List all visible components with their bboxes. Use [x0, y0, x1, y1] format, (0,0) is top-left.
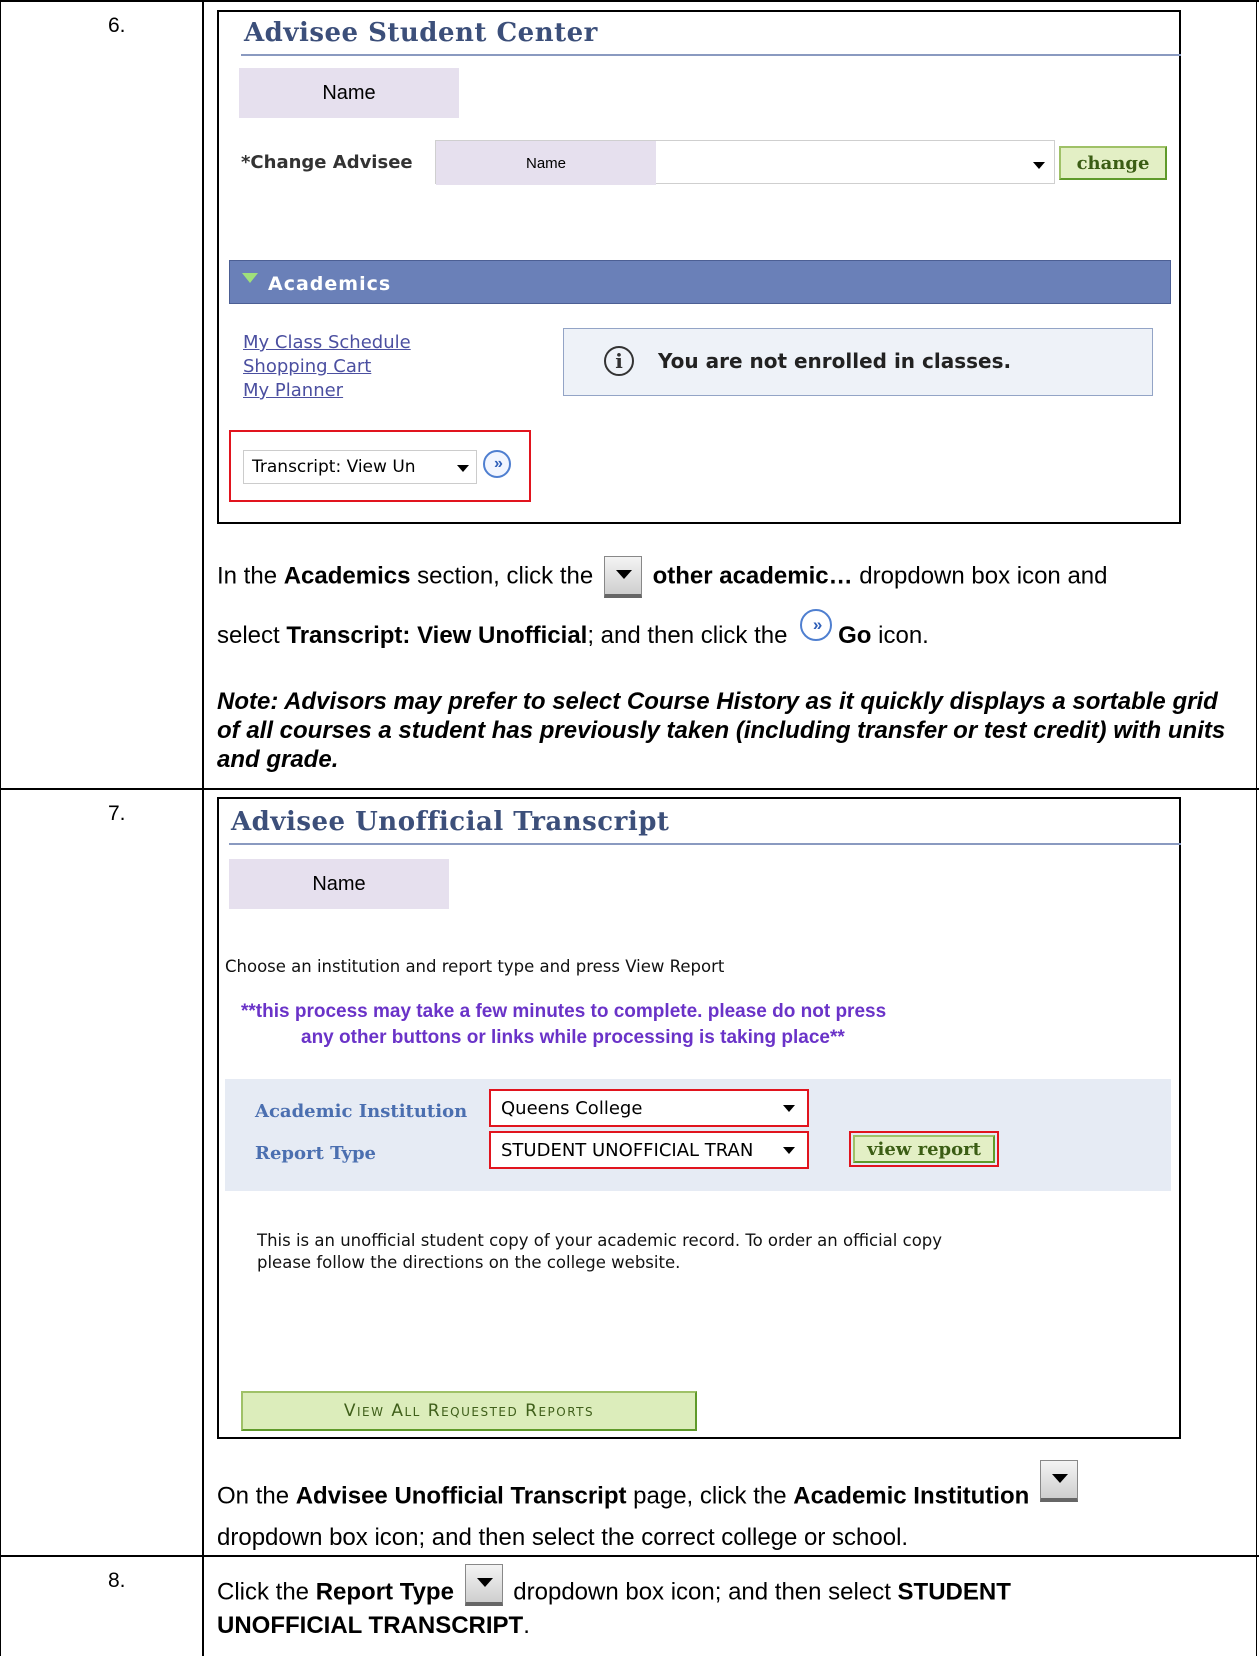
shopping-cart-link[interactable]: Shopping Cart: [243, 356, 371, 377]
student-name-placeholder: Name: [229, 859, 449, 909]
advisee-select[interactable]: Name: [435, 140, 1055, 185]
disclaimer-line1: This is an unofficial student copy of yo…: [257, 1231, 943, 1250]
advisee-student-center-screenshot: Advisee Student Center Name *Change Advi…: [217, 10, 1181, 524]
advisor-note: Note: Advisors may prefer to select Cour…: [217, 688, 1226, 773]
report-parameters-panel: Academic Institution Queens College Repo…: [225, 1079, 1171, 1191]
chevron-down-icon: [1033, 162, 1045, 169]
info-icon: i: [604, 346, 634, 376]
view-report-button[interactable]: view report: [853, 1135, 995, 1163]
processing-warning-line2: any other buttons or links while process…: [301, 1027, 845, 1048]
academic-institution-value: Queens College: [501, 1097, 643, 1119]
my-class-schedule-link[interactable]: My Class Schedule: [243, 332, 411, 353]
table-row-divider: [0, 1555, 1259, 1557]
step6-instruction-line1: In the Academics section, click the othe…: [217, 556, 1108, 598]
step8-instruction-line2: UNOFFICIAL TRANSCRIPT.: [217, 1612, 530, 1639]
advisee-select-value: Name: [436, 141, 656, 185]
step7-instruction-line1: On the Advisee Unofficial Transcript pag…: [217, 1460, 1082, 1518]
step8-instruction-line1: Click the Report Type dropdown box icon;…: [217, 1564, 1011, 1614]
chevron-down-icon: [457, 465, 469, 472]
report-type-select[interactable]: STUDENT UNOFFICIAL TRAN: [489, 1131, 809, 1169]
dropdown-box-icon: [1039, 1460, 1078, 1502]
info-message-text: You are not enrolled in classes.: [658, 349, 1012, 373]
collapse-triangle-icon: [242, 273, 258, 283]
processing-warning-line1: **this process may take a few minutes to…: [241, 1001, 887, 1022]
report-instruction-text: Choose an institution and report type an…: [225, 957, 725, 976]
academic-institution-select[interactable]: Queens College: [489, 1089, 809, 1127]
disclaimer-line2: please follow the directions on the coll…: [257, 1253, 681, 1272]
change-advisee-label: *Change Advisee: [241, 152, 413, 173]
go-icon[interactable]: »: [483, 450, 511, 478]
view-all-requested-reports-button[interactable]: View All Requested Reports: [241, 1391, 697, 1431]
title-rule: [229, 843, 1181, 845]
step-number: 6.: [108, 14, 126, 37]
page-title: Advisee Student Center: [244, 18, 598, 48]
go-icon: »: [800, 608, 833, 641]
dropdown-box-icon: [464, 1564, 503, 1606]
academics-section-header[interactable]: Academics: [229, 260, 1171, 304]
not-enrolled-message: i You are not enrolled in classes.: [563, 328, 1153, 396]
change-button[interactable]: change: [1059, 146, 1167, 180]
step7-instruction-line2: dropdown box icon; and then select the c…: [217, 1524, 909, 1551]
table-row-divider: [0, 788, 1259, 790]
student-name-placeholder: Name: [239, 68, 459, 118]
title-rule: [241, 54, 1181, 56]
advisee-unofficial-transcript-screenshot: Advisee Unofficial Transcript Name Choos…: [217, 797, 1181, 1439]
section-header-label: Academics: [268, 273, 392, 295]
academic-institution-label: Academic Institution: [255, 1101, 468, 1122]
chevron-down-icon: [783, 1105, 795, 1112]
step-number: 8.: [108, 1569, 126, 1592]
report-type-value: STUDENT UNOFFICIAL TRAN: [501, 1139, 754, 1161]
my-planner-link[interactable]: My Planner: [243, 380, 343, 401]
other-academic-select[interactable]: Transcript: View Un: [243, 450, 477, 484]
step6-instruction-line2: select Transcript: View Unofficial; and …: [217, 608, 929, 653]
dropdown-box-icon: [603, 556, 642, 598]
chevron-down-icon: [783, 1147, 795, 1154]
other-academic-select-value: Transcript: View Un: [252, 457, 416, 477]
report-type-label: Report Type: [255, 1143, 376, 1164]
table-row-divider: [0, 0, 1259, 2]
step-number: 7.: [108, 802, 126, 825]
page-title: Advisee Unofficial Transcript: [231, 807, 670, 837]
table-column-divider: [202, 0, 204, 1656]
